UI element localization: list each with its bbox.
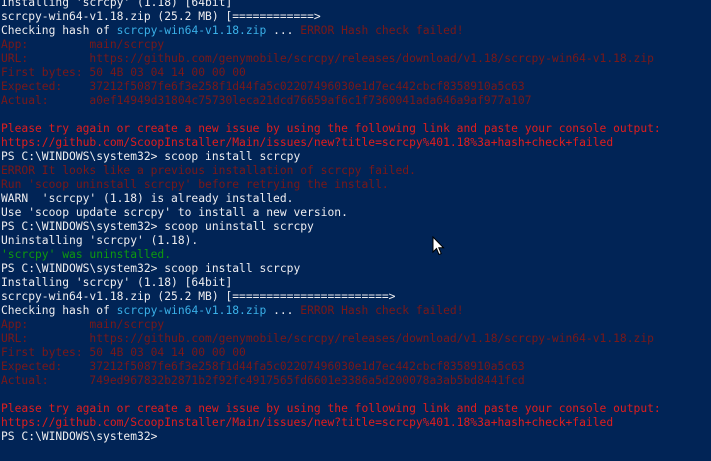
terminal-text-segment: ERROR Hash check failed! <box>300 24 464 37</box>
terminal-text-segment: ERROR It looks like a previous installat… <box>1 164 416 177</box>
terminal-text-segment: First bytes: 50 4B 03 04 14 00 00 00 <box>1 66 246 79</box>
terminal-line: PS C:\WINDOWS\system32> <box>1 430 661 444</box>
terminal-line: scrcpy-win64-v1.18.zip (25.2 MB) [======… <box>1 10 661 24</box>
terminal-line: Uninstalling 'scrcpy' (1.18). <box>1 234 661 248</box>
terminal-line: URL: https://github.com/genymobile/scrcp… <box>1 52 661 66</box>
terminal-text-segment: PS C:\WINDOWS\system32> <box>1 430 158 443</box>
terminal-text-segment: scrcpy-win64-v1.18.zip (25.2 MB) [======… <box>1 290 396 303</box>
terminal-line: PS C:\WINDOWS\system32> scoop install sc… <box>1 150 661 164</box>
terminal-text-segment: Expected: 37212f5087fe6f3e258f1d44fa5c02… <box>1 360 525 373</box>
terminal-output[interactable]: Installing 'scrcpy' (1.18) [64bit] scrcpy… <box>1 0 661 444</box>
terminal-window[interactable]: Installing 'scrcpy' (1.18) [64bit] scrcpy… <box>0 0 711 461</box>
terminal-line: First bytes: 50 4B 03 04 14 00 00 00 <box>1 66 661 80</box>
terminal-text-segment: ... <box>266 24 301 37</box>
terminal-line: URL: https://github.com/genymobile/scrcp… <box>1 332 661 346</box>
terminal-text-segment: URL: https://github.com/genymobile/scrcp… <box>1 332 654 345</box>
terminal-text-segment: Actual: a0ef14949d31804c75730leca21dcd76… <box>1 94 532 107</box>
terminal-text-segment: PS C:\WINDOWS\system32> scoop uninstall … <box>1 220 314 233</box>
terminal-text-segment: Installing 'scrcpy' (1.18) [64bit] <box>1 276 233 289</box>
terminal-line: App: main/scrcpy <box>1 318 661 332</box>
terminal-text-segment: Uninstalling 'scrcpy' (1.18). <box>1 234 199 247</box>
terminal-text-segment: Use 'scoop update scrcpy' to install a n… <box>1 206 348 219</box>
terminal-line: First bytes: 50 4B 03 04 14 00 00 00 <box>1 346 661 360</box>
terminal-text-segment: Expected: 37212f5087fe6f3e258f1d44fa5c02… <box>1 80 525 93</box>
mouse-pointer-icon <box>432 236 445 256</box>
terminal-text-segment: PS C:\WINDOWS\system32> scoop install sc… <box>1 150 301 163</box>
terminal-line: scrcpy-win64-v1.18.zip (25.2 MB) [======… <box>1 290 661 304</box>
terminal-text-segment: App: main/scrcpy <box>1 318 165 331</box>
terminal-line: Expected: 37212f5087fe6f3e258f1d44fa5c02… <box>1 80 661 94</box>
terminal-text-segment: First bytes: 50 4B 03 04 14 00 00 00 <box>1 346 246 359</box>
terminal-line: Use 'scoop update scrcpy' to install a n… <box>1 206 661 220</box>
terminal-line: Expected: 37212f5087fe6f3e258f1d44fa5c02… <box>1 360 661 374</box>
terminal-line: Please try again or create a new issue b… <box>1 122 661 136</box>
terminal-line: https://github.com/ScoopInstaller/Main/i… <box>1 416 661 430</box>
terminal-line: Checking hash of scrcpy-win64-v1.18.zip … <box>1 304 661 318</box>
terminal-text-segment: PS C:\WINDOWS\system32> scoop install sc… <box>1 262 301 275</box>
terminal-text-segment: https://github.com/ScoopInstaller/Main/i… <box>1 136 614 149</box>
terminal-text-segment: scrcpy-win64-v1.18.zip <box>116 24 267 37</box>
terminal-line: WARN 'scrcpy' (1.18) is already installe… <box>1 192 661 206</box>
terminal-line: 'scrcpy' was uninstalled. <box>1 248 661 262</box>
terminal-text-segment: ERROR Hash check failed! <box>300 304 464 317</box>
terminal-line: PS C:\WINDOWS\system32> scoop install sc… <box>1 262 661 276</box>
terminal-text-segment: URL: https://github.com/genymobile/scrcp… <box>1 52 654 65</box>
terminal-text-segment: App: main/scrcpy <box>1 38 165 51</box>
terminal-text-segment: scrcpy-win64-v1.18.zip (25.2 MB) [======… <box>1 10 321 23</box>
terminal-text-segment: Run 'scoop uninstall scrcpy' before retr… <box>1 178 389 191</box>
terminal-line: https://github.com/ScoopInstaller/Main/i… <box>1 136 661 150</box>
terminal-text-segment: Please try again or create a new issue b… <box>1 402 661 415</box>
terminal-text-segment: scrcpy-win64-v1.18.zip <box>116 304 267 317</box>
terminal-text-segment: https://github.com/ScoopInstaller/Main/i… <box>1 416 614 429</box>
terminal-line: App: main/scrcpy <box>1 38 661 52</box>
terminal-text-segment: Checking hash of <box>1 304 117 317</box>
terminal-text-segment: 'scrcpy' was uninstalled. <box>1 248 172 261</box>
terminal-line: Actual: a0ef14949d31804c75730leca21dcd76… <box>1 94 661 108</box>
terminal-text-segment: ... <box>266 304 301 317</box>
terminal-text-segment: Installing 'scrcpy' (1.18) [64bit] <box>1 0 233 9</box>
terminal-line: ERROR It looks like a previous installat… <box>1 164 661 178</box>
terminal-text-segment: Actual: 749ed967832b2871b2f92fc4917565fd… <box>1 374 525 387</box>
terminal-text-segment: WARN 'scrcpy' (1.18) is already installe… <box>1 192 294 205</box>
terminal-text-segment: Checking hash of <box>1 24 117 37</box>
terminal-line: Please try again or create a new issue b… <box>1 402 661 416</box>
terminal-line: PS C:\WINDOWS\system32> scoop uninstall … <box>1 220 661 234</box>
terminal-line: Run 'scoop uninstall scrcpy' before retr… <box>1 178 661 192</box>
terminal-line: Installing 'scrcpy' (1.18) [64bit] <box>1 0 661 10</box>
terminal-line: Checking hash of scrcpy-win64-v1.18.zip … <box>1 24 661 38</box>
terminal-line: Actual: 749ed967832b2871b2f92fc4917565fd… <box>1 374 661 388</box>
terminal-text-segment: Please try again or create a new issue b… <box>1 122 661 135</box>
terminal-line: Installing 'scrcpy' (1.18) [64bit] <box>1 276 661 290</box>
